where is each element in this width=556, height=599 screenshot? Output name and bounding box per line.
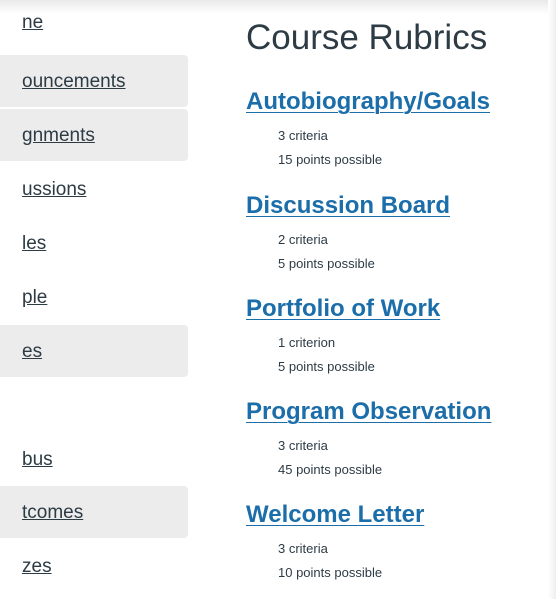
sidebar-item-label[interactable]: ne <box>22 12 43 34</box>
rubric-item: Autobiography/Goals 3 criteria 15 points… <box>246 88 546 172</box>
sidebar-item-announcements[interactable]: ouncements <box>0 55 188 107</box>
sidebar-item-label[interactable]: tcomes <box>22 502 83 524</box>
sidebar-item-assignments[interactable]: gnments <box>0 109 188 161</box>
rubric-criteria-count: 2 criteria <box>278 232 328 247</box>
sidebar-item-label[interactable]: les <box>22 233 46 255</box>
rubric-points-possible: 5 points possible <box>278 359 375 374</box>
rubric-title-link[interactable]: Program Observation <box>246 398 546 426</box>
sidebar-item-discussions[interactable]: ussions <box>0 163 188 215</box>
right-edge-shadow <box>548 0 556 599</box>
sidebar-item-label[interactable]: ple <box>22 287 47 309</box>
sidebar-item-label[interactable]: es <box>22 341 42 363</box>
rubric-title-link[interactable]: Autobiography/Goals <box>246 88 546 116</box>
sidebar-item-quizzes[interactable]: zes <box>0 540 188 592</box>
rubric-item: Program Observation 3 criteria 45 points… <box>246 398 546 482</box>
rubric-criteria-count: 3 criteria <box>278 541 328 556</box>
rubric-criteria-count: 3 criteria <box>278 438 328 453</box>
sidebar-item-label[interactable]: bus <box>22 449 53 471</box>
rubric-title-link[interactable]: Welcome Letter <box>246 501 546 529</box>
page-title: Course Rubrics <box>246 18 488 57</box>
sidebar-item-label[interactable]: ussions <box>22 179 86 201</box>
sidebar-item-home[interactable]: ne <box>0 0 188 52</box>
sidebar-item-label[interactable]: ouncements <box>22 71 126 93</box>
sidebar-item-pages[interactable]: es <box>0 325 188 377</box>
sidebar-item-blank[interactable] <box>0 379 188 431</box>
rubric-title-link[interactable]: Discussion Board <box>246 192 546 220</box>
sidebar-item-syllabus[interactable]: bus <box>0 433 188 485</box>
rubric-points-possible: 5 points possible <box>278 256 375 271</box>
rubric-criteria-count: 1 criterion <box>278 335 336 350</box>
rubric-criteria-count: 3 criteria <box>278 128 328 143</box>
rubric-item: Discussion Board 2 criteria 5 points pos… <box>246 192 546 276</box>
sidebar-item-outcomes[interactable]: tcomes <box>0 486 188 538</box>
sidebar-item-people[interactable]: ple <box>0 271 188 323</box>
rubric-item: Portfolio of Work 1 criterion 5 points p… <box>246 295 546 379</box>
rubric-item: Welcome Letter 3 criteria 10 points poss… <box>246 501 546 585</box>
rubric-points-possible: 10 points possible <box>278 565 383 580</box>
rubric-title-link[interactable]: Portfolio of Work <box>246 295 546 323</box>
sidebar-item-label[interactable]: gnments <box>22 125 95 147</box>
sidebar-item-label[interactable]: zes <box>22 556 52 578</box>
sidebar-item-files[interactable]: les <box>0 217 188 269</box>
rubric-points-possible: 15 points possible <box>278 152 383 167</box>
rubric-points-possible: 45 points possible <box>278 462 383 477</box>
